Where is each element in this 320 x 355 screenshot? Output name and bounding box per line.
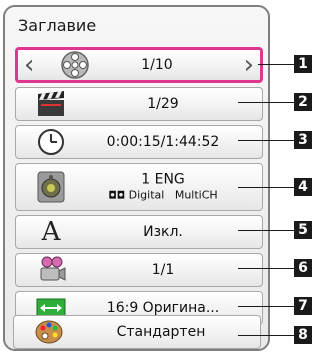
picture-mode-row[interactable]: Стандартен [13, 315, 261, 349]
callout-badge-4: 4 [294, 178, 312, 196]
film-reel-icon [58, 48, 92, 82]
subtitle-letter-icon: A [41, 217, 61, 247]
playback-info-panel: Заглавие ‹ 1/10 › 1/29 0:00:15/1:44:52 1… [3, 5, 270, 351]
callout-badge-6: 6 [294, 259, 312, 277]
chevron-left-icon[interactable]: ‹ [24, 52, 34, 78]
callout-badge-1: 1 [294, 55, 312, 73]
angle-row[interactable]: 1/1 [15, 253, 263, 287]
chapter-value: 1/29 [147, 96, 179, 112]
callout-badge-2: 2 [294, 93, 312, 111]
callout-badge-5: 5 [294, 221, 312, 239]
callout-badge-7: 7 [294, 297, 312, 315]
time-value: 0:00:15/1:44:52 [106, 134, 220, 150]
leader-line-6 [238, 268, 294, 269]
dolby-icon: ◘◘ [108, 190, 126, 202]
leader-line-2 [238, 102, 294, 103]
chevron-right-icon[interactable]: › [244, 52, 254, 78]
palette-icon [32, 315, 66, 349]
time-row[interactable]: 0:00:15/1:44:52 [15, 125, 263, 159]
audio-format: ◘◘ Digital MultiCH [72, 188, 254, 202]
leader-line-3 [238, 140, 294, 141]
callout-badge-8: 8 [294, 326, 312, 344]
audio-channels: MultiCH [174, 188, 218, 202]
clapperboard-icon [34, 87, 68, 121]
leader-line-7 [238, 306, 294, 307]
audio-row[interactable]: 1 ENG ◘◘ Digital MultiCH [15, 163, 263, 211]
audio-value: 1 ENG ◘◘ Digital MultiCH [72, 172, 254, 201]
leader-line-8 [238, 335, 294, 336]
callout-badge-3: 3 [294, 131, 312, 149]
subtitle-value: Изкл. [143, 224, 183, 240]
title-selector-row[interactable]: ‹ 1/10 › [15, 47, 263, 83]
audio-language: 1 ENG [141, 172, 185, 188]
leader-line-1 [258, 64, 294, 65]
leader-line-4 [238, 187, 294, 188]
angle-value: 1/1 [151, 262, 175, 278]
subtitle-row[interactable]: A Изкл. [15, 215, 263, 249]
camera-angle-icon [34, 253, 68, 287]
aspect-ratio-value: 16:9 Оригина... [106, 300, 220, 316]
clock-icon [34, 125, 68, 159]
chapter-row[interactable]: 1/29 [15, 87, 263, 121]
speaker-icon [34, 170, 68, 204]
title-value: 1/10 [141, 57, 173, 73]
picture-mode-value: Стандартен [116, 324, 206, 340]
panel-title: Заглавие [18, 16, 97, 35]
audio-codec: Digital [128, 188, 165, 202]
leader-line-5 [238, 230, 294, 231]
